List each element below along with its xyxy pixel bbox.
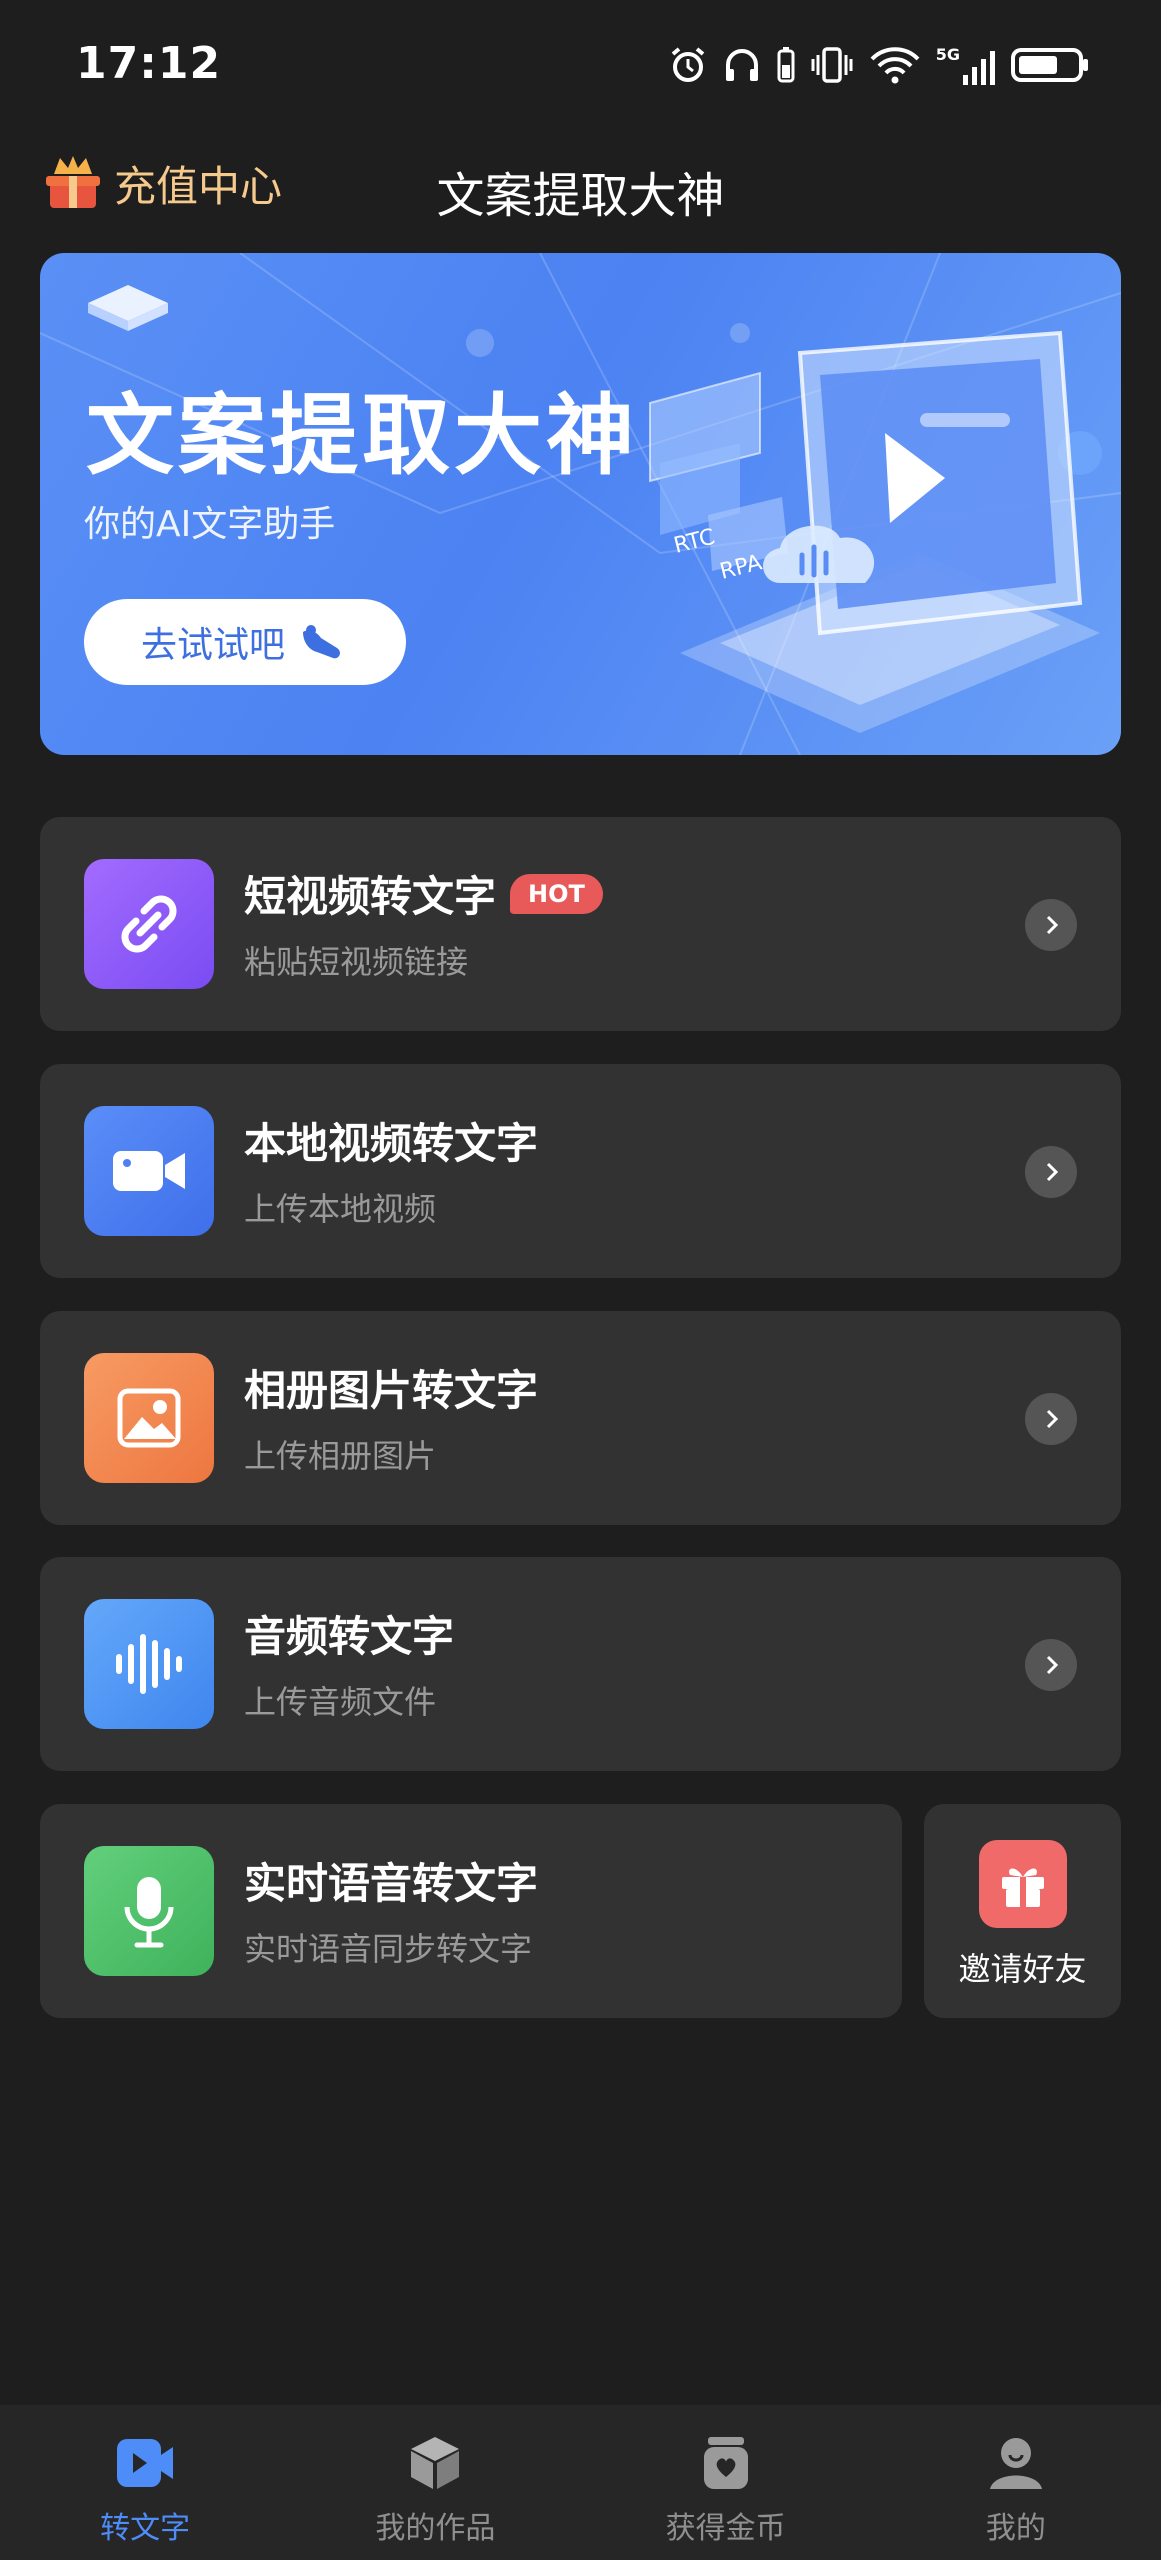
tab-label: 转文字: [100, 2511, 191, 2546]
signal-icon: [963, 51, 995, 85]
feature-subtitle: 粘贴短视频链接: [244, 943, 469, 981]
tab-me[interactable]: 我的: [871, 2405, 1161, 2560]
tab-convert-text[interactable]: 转文字: [0, 2405, 290, 2560]
video-play-icon: [117, 2439, 174, 2487]
status-time: 17:12: [76, 38, 222, 89]
gift-icon: [979, 1840, 1067, 1928]
alarm-icon: [671, 47, 705, 82]
banner-subtitle: 你的AI文字助手: [84, 504, 336, 545]
chevron-right-icon: [1025, 1639, 1077, 1691]
feature-subtitle: 上传音频文件: [244, 1683, 437, 1721]
feature-card-local-video[interactable]: 本地视频转文字 上传本地视频: [40, 1064, 1121, 1278]
tab-label: 我的: [985, 2511, 1046, 2546]
feature-subtitle: 上传相册图片: [244, 1437, 437, 1475]
status-icons: 5G: [668, 40, 1091, 90]
feature-subtitle: 实时语音同步转文字: [244, 1930, 533, 1968]
user-icon: [989, 2438, 1042, 2489]
feature-title: 相册图片转文字: [244, 1366, 539, 1415]
pointer-hand-icon: [303, 625, 340, 659]
feature-card-realtime-voice[interactable]: 实时语音转文字 实时语音同步转文字: [40, 1804, 902, 2018]
battery-icon: [1011, 48, 1088, 82]
feature-title: 实时语音转文字: [244, 1859, 539, 1908]
bottom-tab-bar: 转文字 我的作品 获得金币 我的: [0, 2405, 1161, 2560]
chevron-right-icon: [1025, 899, 1077, 951]
video-camera-icon: [84, 1106, 214, 1236]
microphone-icon: [84, 1846, 214, 1976]
headphones-icon: [725, 49, 758, 81]
audio-wave-icon: [84, 1599, 214, 1729]
feature-card-album-image[interactable]: 相册图片转文字 上传相册图片: [40, 1311, 1121, 1525]
tab-label: 我的作品: [375, 2511, 496, 2546]
link-icon: [84, 859, 214, 989]
feature-title: 音频转文字: [244, 1612, 455, 1661]
promo-banner[interactable]: RTC RPA 文案提取大神 你的AI文字助手 去试试吧: [40, 253, 1121, 755]
network-type: 5G: [935, 45, 960, 64]
page-title-text: 文案提取大神: [436, 168, 725, 224]
signal-indicator: 5G: [936, 45, 997, 85]
coin-jar-icon: [703, 2437, 748, 2489]
tab-earn-coins[interactable]: 获得金币: [581, 2405, 871, 2560]
app-screen: 17:12 5G 充值中心 文案提取大神 RTC RPA 文案提取大神 你的AI…: [0, 0, 1161, 2560]
page-title: 文案提取大神: [0, 156, 1161, 226]
wifi-icon: [870, 47, 920, 84]
image-icon: [84, 1353, 214, 1483]
invite-friends-button[interactable]: 邀请好友: [924, 1804, 1121, 2018]
status-bar: 17:12 5G: [0, 0, 1161, 130]
tab-label: 获得金币: [665, 2511, 786, 2546]
feature-subtitle: 上传本地视频: [244, 1190, 437, 1228]
hot-badge: HOT: [510, 873, 603, 914]
feature-title: 短视频转文字 HOT: [244, 863, 603, 924]
box-icon: [411, 2437, 460, 2489]
tab-my-works[interactable]: 我的作品: [290, 2405, 580, 2560]
try-now-button[interactable]: 去试试吧: [84, 599, 406, 685]
feature-card-audio[interactable]: 音频转文字 上传音频文件: [40, 1557, 1121, 1771]
feature-card-short-video[interactable]: 短视频转文字 HOT 粘贴短视频链接: [40, 817, 1121, 1031]
chevron-right-icon: [1025, 1146, 1077, 1198]
app-header: 充值中心 文案提取大神: [0, 130, 1161, 252]
feature-title: 本地视频转文字: [244, 1119, 539, 1168]
try-now-label: 去试试吧: [140, 625, 285, 666]
chevron-right-icon: [1025, 1393, 1077, 1445]
invite-friends-label: 邀请好友: [958, 1950, 1087, 1988]
small-battery-icon: [777, 47, 795, 83]
banner-title: 文案提取大神: [86, 384, 639, 487]
feature-title-text: 短视频转文字: [244, 872, 497, 921]
vibrate-icon: [811, 47, 853, 83]
